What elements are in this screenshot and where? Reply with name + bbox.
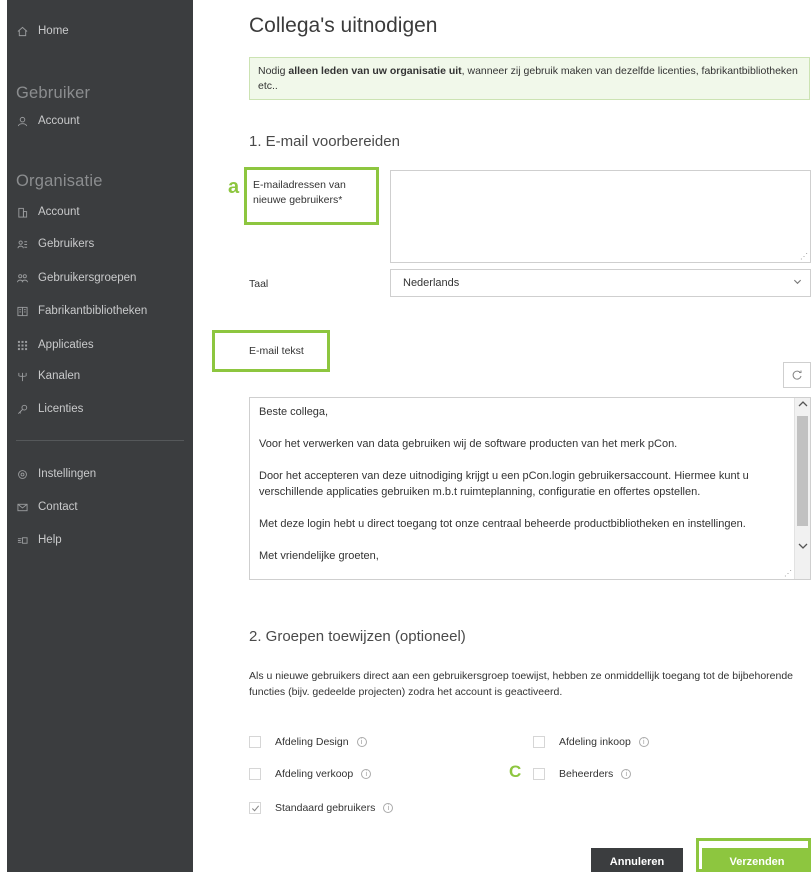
refresh-text-button[interactable] [783, 362, 811, 388]
email-text-label: E-mail tekst [249, 345, 304, 357]
usergroup-icon [16, 272, 28, 284]
email-label: E-mailadressen van nieuwe gebruikers* [253, 179, 346, 206]
info-icon[interactable]: i [621, 769, 632, 779]
chevron-down-icon [793, 277, 802, 289]
email-text-label-highlight: E-mail tekst [212, 330, 330, 372]
language-label: Taal [249, 278, 269, 290]
sidebar-item-label: Contact [38, 501, 78, 513]
group-label: Afdeling verkoop [275, 768, 354, 780]
sidebar-item-label: Licenties [38, 403, 84, 415]
sidebar-item-label: Gebruikers [38, 238, 95, 250]
sidebar-item-label: Fabrikantbibliotheken [38, 305, 148, 317]
sidebar-item-org-account[interactable]: Account [7, 200, 193, 224]
group-label: Standaard gebruikers [275, 802, 376, 814]
send-button[interactable]: Verzenden [702, 848, 811, 872]
checkbox[interactable] [249, 768, 261, 780]
info-box: Nodig alleen leden van uw organisatie ui… [249, 57, 810, 100]
sidebar-section-organisation: Organisatie [16, 172, 103, 190]
library-icon [16, 305, 28, 317]
email-label-highlight: E-mailadressen van nieuwe gebruikers* [244, 167, 379, 225]
email-body-line: Beste collega, [259, 406, 329, 418]
sidebar-item-applications[interactable]: Applicaties [7, 333, 193, 357]
sidebar-divider [16, 440, 184, 441]
info-text-prefix: Nodig [258, 65, 289, 77]
sidebar-item-label: Instellingen [38, 468, 97, 480]
sidebar-item-label: Applicaties [38, 339, 94, 351]
grid-icon [16, 339, 28, 351]
group-checkbox-inkoop[interactable]: Afdeling inkoop i [533, 736, 649, 748]
info-icon[interactable]: i [361, 769, 372, 779]
sidebar-item-contact[interactable]: Contact [7, 495, 193, 519]
groups-description: Als u nieuwe gebruikers direct aan een g… [249, 670, 794, 698]
resize-handle-icon[interactable]: ⋰ [800, 252, 808, 261]
language-select[interactable]: Nederlands [390, 269, 811, 297]
email-addresses-input[interactable]: ⋰ [390, 170, 811, 263]
channels-icon [16, 370, 28, 382]
email-text-content: Beste collega, Voor het verwerken van da… [259, 404, 789, 579]
sidebar-item-licenses[interactable]: Licenties [7, 397, 193, 421]
sidebar-item-label: Home [38, 25, 69, 37]
info-icon[interactable]: i [356, 737, 367, 747]
checkbox[interactable] [533, 736, 545, 748]
language-value: Nederlands [403, 277, 460, 289]
callout-a: a [228, 176, 240, 198]
sidebar-item-home[interactable]: Home [7, 19, 193, 43]
info-icon[interactable]: i [383, 803, 394, 813]
email-text-area[interactable]: Beste collega, Voor het verwerken van da… [249, 397, 811, 580]
sidebar-item-libraries[interactable]: Fabrikantbibliotheken [7, 299, 193, 323]
email-body-line: Door het accepteren van deze uitnodiging… [259, 470, 749, 498]
email-body-line: Met deze login hebt u direct toegang tot… [259, 518, 746, 530]
building-icon [16, 206, 28, 218]
sidebar-item-label: Kanalen [38, 370, 81, 382]
gear-icon [16, 468, 28, 480]
checkbox[interactable] [249, 736, 261, 748]
home-icon [16, 25, 28, 37]
email-text-scrollbar[interactable] [794, 398, 810, 579]
group-label: Afdeling inkoop [559, 736, 631, 748]
check-icon [251, 804, 259, 812]
sidebar-item-settings[interactable]: Instellingen [7, 462, 193, 486]
sidebar-item-user-account[interactable]: Account [7, 109, 193, 133]
users-icon [16, 238, 28, 250]
info-icon[interactable]: i [638, 737, 649, 747]
cancel-button[interactable]: Annuleren [591, 848, 683, 872]
email-body-line: Voor het verwerken van data gebruiken wi… [259, 438, 678, 450]
section-title-groups: 2. Groepen toewijzen (optioneel) [249, 628, 466, 645]
key-icon [16, 403, 28, 415]
user-icon [16, 115, 28, 127]
mail-icon [16, 501, 28, 513]
send-button-highlight: Verzenden [696, 838, 811, 872]
group-label: Beheerders [559, 768, 614, 780]
sidebar-item-usergroups[interactable]: Gebruikersgroepen [7, 266, 193, 290]
sidebar-item-users[interactable]: Gebruikers [7, 232, 193, 256]
sidebar-item-channels[interactable]: Kanalen [7, 364, 193, 388]
group-label: Afdeling Design [275, 736, 349, 748]
sidebar: Home Gebruiker Account Organisatie Accou… [7, 0, 193, 872]
group-checkbox-design[interactable]: Afdeling Design i [249, 736, 367, 748]
sidebar-item-label: Account [38, 206, 80, 218]
checkbox[interactable] [533, 768, 545, 780]
scroll-up-icon[interactable] [798, 400, 808, 411]
sidebar-section-user: Gebruiker [16, 84, 91, 102]
refresh-icon [792, 370, 802, 380]
email-body-line: Met vriendelijke groeten, [259, 550, 379, 562]
info-text-bold: alleen leden van uw organisatie uit [288, 65, 462, 77]
main-content: Collega's uitnodigen Nodig alleen leden … [193, 0, 811, 872]
callout-c: C [509, 762, 522, 781]
group-checkbox-beheerders[interactable]: Beheerders i [533, 768, 632, 780]
resize-handle-icon[interactable]: ⋰ [784, 569, 792, 578]
scroll-down-icon[interactable] [798, 542, 808, 553]
group-checkbox-standaard[interactable]: Standaard gebruikers i [249, 802, 394, 814]
sidebar-item-label: Gebruikersgroepen [38, 272, 137, 284]
sidebar-item-label: Account [38, 115, 80, 127]
section-title-email: 1. E-mail voorbereiden [249, 133, 400, 150]
sidebar-item-help[interactable]: Help [7, 528, 193, 552]
page-title: Collega's uitnodigen [249, 14, 438, 37]
group-checkbox-verkoop[interactable]: Afdeling verkoop i [249, 768, 372, 780]
help-icon [16, 534, 28, 546]
scroll-thumb[interactable] [797, 416, 808, 526]
checkbox[interactable] [249, 802, 261, 814]
sidebar-item-label: Help [38, 534, 62, 546]
